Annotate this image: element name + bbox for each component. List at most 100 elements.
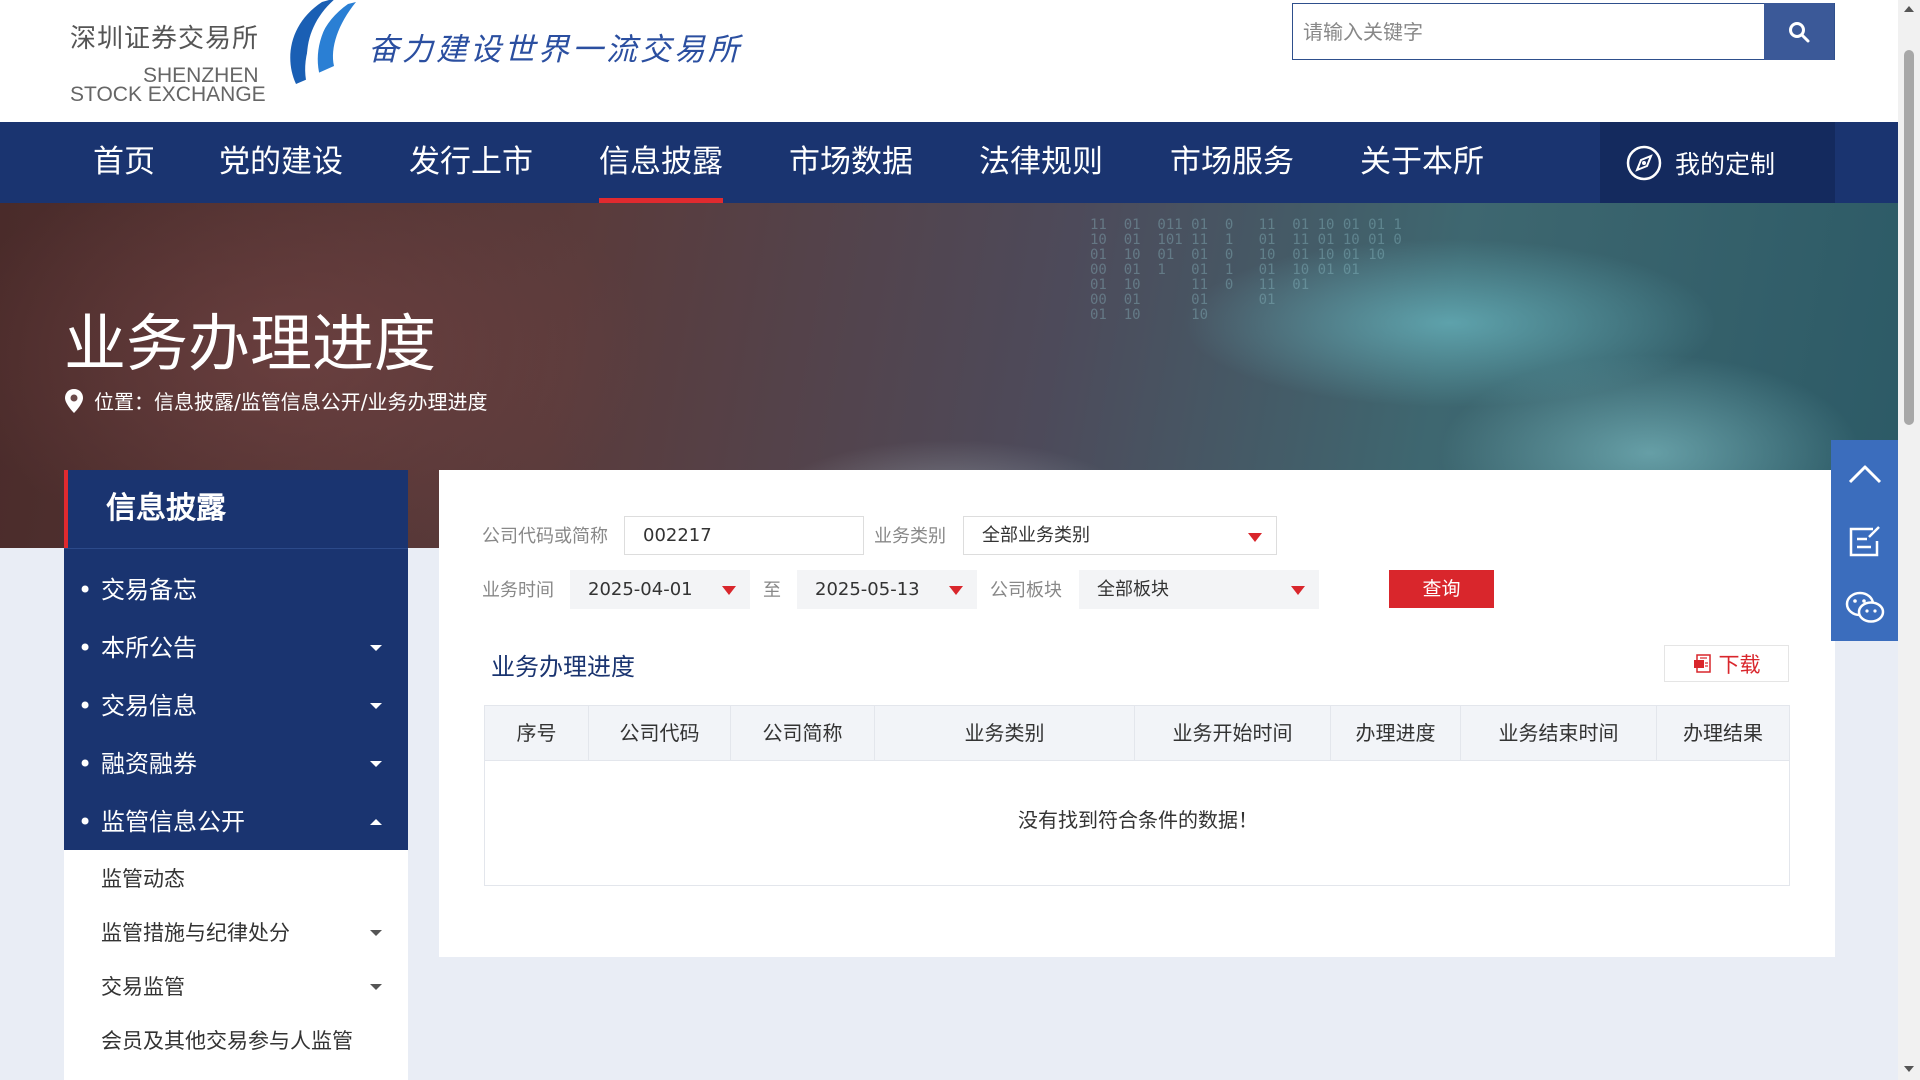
download-button[interactable]: 下载 (1664, 645, 1789, 682)
query-button[interactable]: 查询 (1389, 570, 1494, 608)
column-header-start-time: 业务开始时间 (1135, 706, 1331, 760)
chevron-down-icon (370, 703, 382, 709)
slogan: 奋力建设世界一流交易所 (368, 32, 742, 68)
breadcrumb-text[interactable]: 位置：信息披露/监管信息公开/业务办理进度 (94, 386, 487, 415)
logo-mark-icon (290, 0, 356, 84)
sidebar-item-announcements[interactable]: • 本所公告 (64, 619, 408, 677)
column-header-index: 序号 (485, 706, 589, 760)
column-header-business-type: 业务类别 (875, 706, 1135, 760)
breadcrumb: 位置：信息披露/监管信息公开/业务办理进度 (64, 386, 487, 415)
page-scrollbar[interactable] (1898, 0, 1920, 1080)
banner-digital-pattern: 11 01 011 01 0 11 01 10 01 01 1 10 01 10… (1090, 217, 1402, 323)
my-custom-label: 我的定制 (1675, 149, 1776, 179)
nav-market-data[interactable]: 市场数据 (789, 122, 913, 203)
dropdown-arrow-icon (1248, 533, 1262, 542)
main-nav: 首页 党的建设 发行上市 信息披露 市场数据 法律规则 市场服务 关于本所 我的… (0, 122, 1898, 203)
dropdown-arrow-icon (722, 586, 736, 595)
nav-rules[interactable]: 法律规则 (979, 122, 1103, 203)
compass-icon (1626, 145, 1662, 180)
sidebar-title: 信息披露 (64, 470, 408, 548)
table-header: 序号 公司代码 公司简称 业务类别 业务开始时间 办理进度 业务结束时间 办理结… (484, 705, 1790, 761)
feedback-button[interactable] (1831, 507, 1898, 574)
company-code-label: 公司代码或简称 (482, 526, 608, 547)
sidebar-item-regulatory-info[interactable]: • 监管信息公开 (64, 793, 408, 851)
search-input[interactable] (1293, 4, 1765, 59)
bullet-icon: • (78, 634, 93, 662)
company-code-input[interactable] (624, 516, 864, 555)
wechat-icon (1845, 591, 1884, 623)
chevron-down-icon (370, 645, 382, 651)
sidebar-subitem-member-supervision[interactable]: 会员及其他交易参与人监管 (64, 1014, 408, 1068)
sidebar-item-label: 监管信息公开 (101, 808, 245, 836)
back-to-top-button[interactable] (1831, 440, 1898, 507)
scroll-up-arrow-icon[interactable] (1904, 6, 1914, 12)
sidebar-item-margin-trading[interactable]: • 融资融券 (64, 735, 408, 793)
company-board-value: 全部板块 (1097, 579, 1169, 600)
nav-party-building[interactable]: 党的建设 (219, 122, 343, 203)
page-title: 业务办理进度 (64, 307, 437, 380)
my-custom-button[interactable]: 我的定制 (1600, 122, 1835, 203)
sidebar-item-label: 交易信息 (101, 692, 197, 720)
scroll-down-arrow-icon[interactable] (1904, 1066, 1914, 1072)
bullet-icon: • (78, 692, 93, 720)
main-panel: 公司代码或简称 业务类别 全部业务类别 业务时间 2025-04-01 至 20… (439, 470, 1835, 957)
nav-about[interactable]: 关于本所 (1360, 122, 1484, 203)
search-box (1292, 3, 1835, 60)
sidebar-subitem-label: 交易监管 (101, 975, 185, 999)
sidebar: 信息披露 • 交易备忘 • 本所公告 • 交易信息 • 融资融券 • 监管信息公… (64, 470, 408, 1080)
business-type-select[interactable]: 全部业务类别 (963, 516, 1277, 555)
sidebar-item-trading-memo[interactable]: • 交易备忘 (64, 561, 408, 619)
sidebar-subitem-label: 监管动态 (101, 867, 185, 891)
logo-english-line2: STOCK EXCHANGE (70, 83, 266, 106)
site-header: 深圳证券交易所 SHENZHEN STOCK EXCHANGE 奋力建设世界一流… (0, 0, 1898, 122)
company-board-select[interactable]: 全部板块 (1079, 570, 1319, 609)
nav-listing[interactable]: 发行上市 (409, 122, 533, 203)
chevron-down-icon (370, 761, 382, 767)
sidebar-subitem-disciplinary-measures[interactable]: 监管措施与纪律处分 (64, 906, 408, 960)
search-button[interactable] (1764, 3, 1834, 60)
date-from-value: 2025-04-01 (588, 579, 693, 600)
column-header-result: 办理结果 (1683, 721, 1763, 745)
date-to-picker[interactable]: 2025-05-13 (797, 570, 977, 609)
dropdown-arrow-icon (1291, 586, 1305, 595)
date-from-picker[interactable]: 2025-04-01 (570, 570, 750, 609)
sidebar-subitem-label: 监管措施与纪律处分 (101, 921, 290, 945)
sidebar-item-label: 交易备忘 (101, 576, 197, 604)
business-type-label: 业务类别 (874, 526, 946, 547)
search-icon (1789, 21, 1810, 42)
nav-market-services[interactable]: 市场服务 (1170, 122, 1294, 203)
sidebar-subitem-trading-supervision[interactable]: 交易监管 (64, 960, 408, 1014)
dropdown-arrow-icon (949, 586, 963, 595)
column-header-company-code: 公司代码 (589, 706, 731, 760)
chevron-down-icon (370, 930, 382, 936)
scrollbar-thumb[interactable] (1904, 50, 1914, 425)
nav-home[interactable]: 首页 (93, 122, 155, 203)
download-label: 下载 (1718, 652, 1761, 677)
date-to-value: 2025-05-13 (815, 579, 920, 600)
chevron-down-icon (370, 984, 382, 990)
column-header-company-name: 公司简称 (731, 706, 875, 760)
empty-message: 没有找到符合条件的数据！ (1018, 808, 1258, 832)
nav-disclosure[interactable]: 信息披露 (599, 122, 723, 203)
date-to-separator: 至 (763, 580, 781, 601)
logo-chinese-name: 深圳证券交易所 (70, 24, 260, 54)
company-board-label: 公司板块 (990, 580, 1062, 601)
sidebar-subitem-label: 会员及其他交易参与人监管 (101, 1029, 353, 1053)
column-header-progress: 办理进度 (1331, 706, 1461, 760)
sidebar-subitem-regulatory-news[interactable]: 监管动态 (64, 852, 408, 906)
business-type-value: 全部业务类别 (982, 525, 1090, 546)
sidebar-item-trading-info[interactable]: • 交易信息 (64, 677, 408, 735)
bullet-icon: • (78, 808, 93, 836)
bullet-icon: • (78, 576, 93, 604)
feedback-edit-icon (1849, 525, 1880, 556)
szse-logo[interactable]: 深圳证券交易所 SHENZHEN STOCK EXCHANGE (68, 0, 358, 106)
pdf-icon (1693, 653, 1711, 673)
wechat-button[interactable] (1831, 574, 1898, 641)
business-time-label: 业务时间 (482, 580, 554, 601)
sidebar-menu: • 交易备忘 • 本所公告 • 交易信息 • 融资融券 • 监管信息公开 (64, 548, 408, 850)
results-title: 业务办理进度 (491, 653, 635, 681)
sidebar-item-label: 融资融券 (101, 750, 197, 778)
chevron-up-icon (370, 819, 382, 825)
table-body: 没有找到符合条件的数据！ (484, 761, 1790, 886)
sidebar-item-label: 本所公告 (101, 634, 197, 662)
